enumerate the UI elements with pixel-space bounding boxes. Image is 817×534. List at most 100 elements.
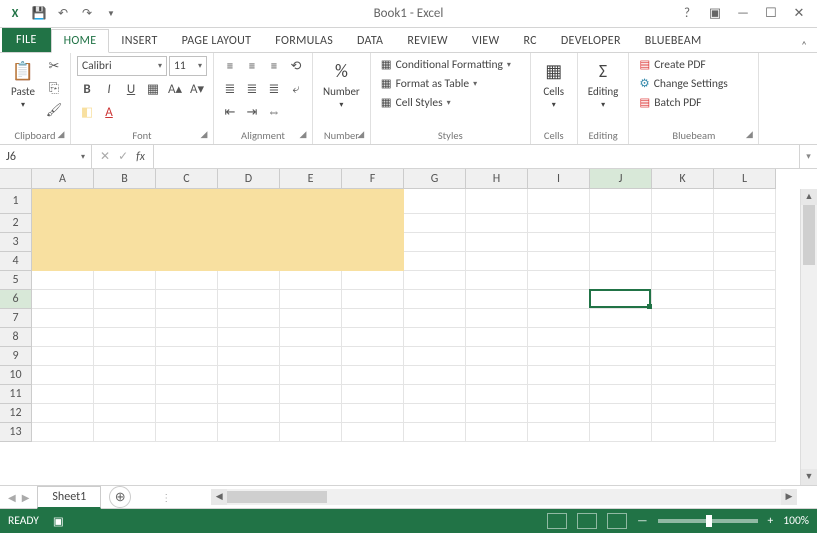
cells-area[interactable]: How to Add Fractions in Excelwww.excelcr… [32, 189, 817, 442]
sheet-tab-1[interactable]: Sheet1 [37, 486, 101, 509]
cell-I2[interactable] [528, 214, 590, 233]
align-center-icon[interactable]: ≣ [242, 79, 262, 99]
cell-A11[interactable] [32, 385, 94, 404]
tab-view[interactable]: VIEW [460, 30, 512, 52]
tab-home[interactable]: HOME [51, 29, 110, 53]
page-layout-view-icon[interactable] [577, 513, 597, 529]
cell-B6[interactable] [94, 290, 156, 309]
cell-G11[interactable] [404, 385, 466, 404]
cell-J1[interactable] [590, 189, 652, 214]
cell-L12[interactable] [714, 404, 776, 423]
align-bottom-icon[interactable]: ≡ [264, 56, 284, 76]
tab-page-layout[interactable]: PAGE LAYOUT [170, 30, 264, 52]
cell-A10[interactable] [32, 366, 94, 385]
zoom-level[interactable]: 100% [783, 514, 809, 528]
cells-button[interactable]: ▦ Cells ▾ [537, 56, 571, 112]
cell-L2[interactable] [714, 214, 776, 233]
paste-button[interactable]: 📋 Paste ▾ [6, 56, 40, 112]
qat-customize-icon[interactable]: ▼ [100, 3, 122, 25]
cell-H3[interactable] [466, 233, 528, 252]
cell-K10[interactable] [652, 366, 714, 385]
cell-A5[interactable] [32, 271, 94, 290]
wrap-text-icon[interactable]: ⤶ [286, 79, 306, 99]
cell-J8[interactable] [590, 328, 652, 347]
cell-G3[interactable] [404, 233, 466, 252]
cell-C7[interactable] [156, 309, 218, 328]
cell-K3[interactable] [652, 233, 714, 252]
cell-E11[interactable] [280, 385, 342, 404]
cell-F6[interactable] [342, 290, 404, 309]
cell-K7[interactable] [652, 309, 714, 328]
row-header-11[interactable]: 11 [0, 385, 32, 404]
cell-H10[interactable] [466, 366, 528, 385]
col-header-J[interactable]: J [590, 169, 652, 189]
cell-A8[interactable] [32, 328, 94, 347]
cell-B11[interactable] [94, 385, 156, 404]
align-top-icon[interactable]: ≡ [220, 56, 240, 76]
italic-button[interactable]: I [99, 79, 119, 99]
cell-G7[interactable] [404, 309, 466, 328]
cell-H2[interactable] [466, 214, 528, 233]
cell-D6[interactable] [218, 290, 280, 309]
cell-C10[interactable] [156, 366, 218, 385]
col-header-H[interactable]: H [466, 169, 528, 189]
save-icon[interactable]: 💾 [28, 3, 50, 25]
cell-L3[interactable] [714, 233, 776, 252]
align-middle-icon[interactable]: ≡ [242, 56, 262, 76]
row-header-12[interactable]: 12 [0, 404, 32, 423]
cell-L11[interactable] [714, 385, 776, 404]
cell-E9[interactable] [280, 347, 342, 366]
cell-A13[interactable] [32, 423, 94, 442]
cell-K11[interactable] [652, 385, 714, 404]
row-header-6[interactable]: 6 [0, 290, 32, 309]
cell-A12[interactable] [32, 404, 94, 423]
cell-J7[interactable] [590, 309, 652, 328]
tab-rc[interactable]: RC [511, 30, 548, 52]
macro-record-icon[interactable]: ▣ [53, 514, 64, 529]
col-header-K[interactable]: K [652, 169, 714, 189]
row-header-10[interactable]: 10 [0, 366, 32, 385]
cell-E7[interactable] [280, 309, 342, 328]
merge-center-icon[interactable]: ⇔ [264, 102, 284, 122]
cell-I11[interactable] [528, 385, 590, 404]
cell-E10[interactable] [280, 366, 342, 385]
cell-I7[interactable] [528, 309, 590, 328]
row-header-5[interactable]: 5 [0, 271, 32, 290]
tab-bluebeam[interactable]: BLUEBEAM [633, 30, 714, 52]
col-header-C[interactable]: C [156, 169, 218, 189]
tab-file[interactable]: FILE [2, 28, 51, 52]
cell-D10[interactable] [218, 366, 280, 385]
cell-styles-button[interactable]: ▦ Cell Styles▾ [377, 94, 455, 111]
scroll-down-icon[interactable]: ▼ [801, 469, 817, 485]
row-header-7[interactable]: 7 [0, 309, 32, 328]
maximize-icon[interactable]: ☐ [759, 6, 783, 21]
cell-K2[interactable] [652, 214, 714, 233]
increase-font-icon[interactable]: A▴ [165, 79, 185, 99]
undo-icon[interactable]: ↶ [52, 3, 74, 25]
vertical-scrollbar[interactable]: ▲ ▼ [800, 189, 817, 485]
align-left-icon[interactable]: ≣ [220, 79, 240, 99]
cell-B5[interactable] [94, 271, 156, 290]
cell-I6[interactable] [528, 290, 590, 309]
cell-J12[interactable] [590, 404, 652, 423]
font-name-combo[interactable]: Calibri▾ [77, 56, 167, 76]
scroll-up-icon[interactable]: ▲ [801, 189, 817, 205]
cell-L7[interactable] [714, 309, 776, 328]
cell-H4[interactable] [466, 252, 528, 271]
cell-K5[interactable] [652, 271, 714, 290]
clipboard-dialog-launcher[interactable]: ◢ [55, 129, 67, 141]
help-icon[interactable]: ? [675, 6, 699, 21]
border-button[interactable]: ▦ [143, 79, 163, 99]
row-header-8[interactable]: 8 [0, 328, 32, 347]
cell-C11[interactable] [156, 385, 218, 404]
add-sheet-button[interactable]: ⊕ [109, 486, 131, 508]
vscroll-thumb[interactable] [803, 205, 815, 265]
change-settings-button[interactable]: ⚙ Change Settings [635, 75, 731, 92]
row-header-3[interactable]: 3 [0, 233, 32, 252]
horizontal-scrollbar[interactable]: ◀ ▶ [211, 489, 797, 505]
sheet-next-icon[interactable]: ▶ [22, 491, 30, 504]
name-box[interactable]: J6▾ [0, 145, 92, 168]
cell-K13[interactable] [652, 423, 714, 442]
cell-H12[interactable] [466, 404, 528, 423]
cell-A9[interactable] [32, 347, 94, 366]
